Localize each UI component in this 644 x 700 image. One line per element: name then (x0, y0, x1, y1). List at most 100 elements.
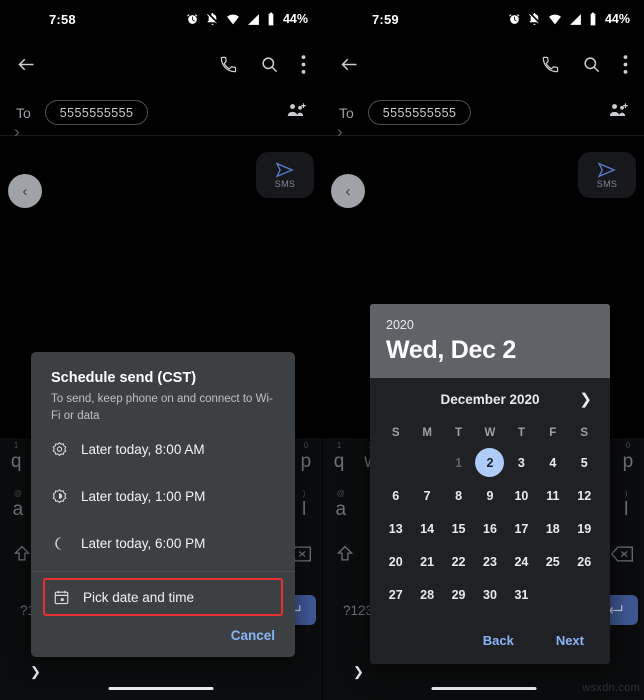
day-cell-2[interactable]: 2 (474, 446, 505, 479)
schedule-send-dialog: Schedule send (CST) To send, keep phone … (31, 352, 295, 658)
key-label: q (333, 451, 345, 472)
alarm-icon (187, 13, 198, 24)
day-cell-22[interactable]: 22 (443, 545, 474, 578)
key-q[interactable]: 1q (323, 441, 355, 473)
date-picker-dialog: 2020 Wed, Dec 2 December 2020 ❯ S M T W … (370, 304, 610, 664)
recipient-chip[interactable]: 5555555555 (44, 100, 149, 125)
day-cell-4[interactable]: 4 (537, 446, 568, 479)
day-cell-24[interactable]: 24 (506, 545, 537, 578)
day-cell-18[interactable]: 18 (537, 512, 568, 545)
day-cell-29[interactable]: 29 (443, 578, 474, 611)
home-pill[interactable] (108, 687, 214, 690)
more-vert-icon[interactable] (301, 54, 306, 74)
recipient-chip[interactable]: 5555555555 (367, 100, 472, 125)
key-label: q (10, 451, 22, 472)
nav-bar-left: ❯ (0, 656, 322, 700)
shift-icon[interactable] (323, 544, 366, 570)
day-cell-8[interactable]: 8 (443, 479, 474, 512)
day-cell-17[interactable]: 17 (506, 512, 537, 545)
day-cell-16[interactable]: 16 (474, 512, 505, 545)
search-icon[interactable] (582, 55, 601, 74)
watermark: wsxdn.com (582, 682, 640, 694)
battery-percent: 44% (282, 12, 308, 26)
day-cell-7[interactable]: 7 (411, 479, 442, 512)
day-cell-23[interactable]: 23 (474, 545, 505, 578)
search-icon[interactable] (260, 55, 279, 74)
day-cell-30[interactable]: 30 (474, 578, 505, 611)
key-p[interactable]: 0p (612, 441, 644, 473)
day-cell-14[interactable]: 14 (411, 512, 442, 545)
key-sup: 1 (13, 441, 19, 450)
expand-compose-button[interactable]: ‹ (8, 174, 42, 208)
cancel-button[interactable]: Cancel (31, 616, 295, 649)
home-pill[interactable] (431, 687, 536, 690)
schedule-option-evening[interactable]: Later today, 6:00 PM (31, 522, 295, 565)
add-people-icon[interactable] (609, 102, 628, 124)
more-vert-icon[interactable] (623, 54, 628, 74)
key-label: p (300, 451, 312, 472)
day-cell-3[interactable]: 3 (506, 446, 537, 479)
date-picker-selected-date: Wed, Dec 2 (386, 336, 516, 364)
sun-icon (51, 441, 81, 458)
pick-date-and-time-label: Pick date and time (83, 589, 195, 605)
date-picker-year[interactable]: 2020 (386, 318, 594, 332)
day-cell-5[interactable]: 5 (569, 446, 600, 479)
next-button[interactable]: Next (556, 633, 584, 648)
day-cell-15[interactable]: 15 (443, 512, 474, 545)
calendar-grid: S M T W T F S 1 2 3 4 5 6 7 8 9 10 11 12… (370, 420, 610, 611)
pick-date-and-time-option[interactable]: Pick date and time (43, 578, 283, 617)
day-cell-21[interactable]: 21 (411, 545, 442, 578)
day-cell-12[interactable]: 12 (569, 479, 600, 512)
day-cell-28[interactable]: 28 (411, 578, 442, 611)
day-cell-6[interactable]: 6 (380, 479, 411, 512)
dialog-subtitle: To send, keep phone on and connect to Wi… (51, 393, 273, 422)
day-cell-11[interactable]: 11 (537, 479, 568, 512)
hide-keyboard-icon[interactable]: ❯ (353, 664, 364, 680)
chevron-right-icon[interactable]: ❯ (579, 390, 592, 408)
back-button[interactable]: Back (483, 633, 514, 648)
notifications-off-icon (207, 12, 217, 25)
day-cell (569, 578, 600, 611)
day-cell-9[interactable]: 9 (474, 479, 505, 512)
recipient-row-right: To 5555555555 (323, 90, 644, 136)
day-cell-25[interactable]: 25 (537, 545, 568, 578)
dialog-divider (31, 571, 295, 573)
day-cell-19[interactable]: 19 (569, 512, 600, 545)
day-cell-27[interactable]: 27 (380, 578, 411, 611)
add-people-icon[interactable] (287, 102, 306, 124)
key-sup: 0 (625, 441, 631, 450)
hide-keyboard-icon[interactable]: ❯ (30, 664, 41, 680)
key-sup: 1 (336, 441, 342, 450)
key-q[interactable]: 1q (0, 441, 32, 473)
app-bar-right (323, 38, 644, 90)
key-l[interactable]: ) l (608, 489, 644, 521)
back-arrow-icon[interactable] (339, 54, 360, 75)
key-a[interactable]: @ a (323, 489, 359, 521)
phone-icon[interactable] (219, 55, 238, 74)
send-sms-button[interactable]: SMS (578, 152, 636, 198)
phone-icon[interactable] (541, 55, 560, 74)
schedule-option-morning[interactable]: Later today, 8:00 AM (31, 428, 295, 471)
key-sup: ) (302, 489, 306, 498)
day-cell-31[interactable]: 31 (506, 578, 537, 611)
phone-screen-right: 7:59 44% To 5555555555 › ‹ SMS 1 q 0 p @… (322, 0, 644, 700)
dow-tue: T (455, 427, 463, 439)
phone-screen-left: 7:58 44% To 5555555555 › ‹ SMS 1 q 0 p @… (0, 0, 322, 700)
send-icon (275, 161, 294, 178)
suggestion-chevron-icon[interactable]: › (337, 122, 343, 142)
back-arrow-icon[interactable] (16, 54, 37, 75)
day-cell-26[interactable]: 26 (569, 545, 600, 578)
calendar-week: 1 2 3 4 5 (380, 446, 600, 479)
schedule-option-afternoon[interactable]: Later today, 1:00 PM (31, 475, 295, 518)
key-sup: 0 (303, 441, 309, 450)
send-sms-button[interactable]: SMS (256, 152, 314, 198)
expand-compose-button[interactable]: ‹ (331, 174, 365, 208)
calendar-week: 13 14 15 16 17 18 19 (380, 512, 600, 545)
dow-sun: S (391, 427, 400, 439)
suggestion-chevron-icon[interactable]: › (14, 122, 20, 142)
month-navigation: December 2020 ❯ (370, 378, 610, 420)
status-bar-icons: 44% (508, 12, 630, 26)
day-cell-13[interactable]: 13 (380, 512, 411, 545)
day-cell-20[interactable]: 20 (380, 545, 411, 578)
day-cell-10[interactable]: 10 (506, 479, 537, 512)
